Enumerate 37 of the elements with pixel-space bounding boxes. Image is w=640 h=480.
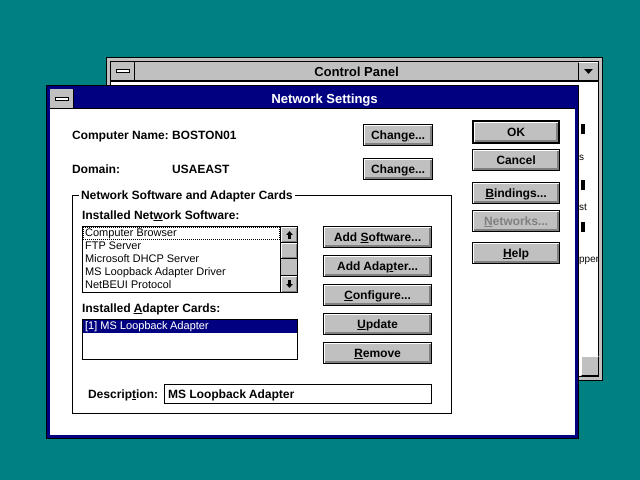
scroll-thumb[interactable] bbox=[281, 243, 297, 259]
caret-icon bbox=[584, 69, 593, 74]
adapter-list[interactable]: [1] MS Loopback Adapter bbox=[82, 319, 298, 360]
description-field[interactable]: MS Loopback Adapter bbox=[164, 384, 432, 404]
change-button[interactable]: Change... bbox=[363, 158, 433, 180]
minimize-button[interactable] bbox=[578, 62, 598, 80]
icon-label: st bbox=[579, 202, 587, 214]
scrollbar-button[interactable] bbox=[581, 356, 599, 376]
dialog-button[interactable]: Bindings... bbox=[472, 182, 560, 204]
field-value: BOSTON01 bbox=[172, 128, 238, 142]
list-item[interactable]: Computer Browser bbox=[83, 227, 280, 240]
action-button[interactable]: Add Software... bbox=[323, 226, 432, 248]
down-arrow-icon[interactable] bbox=[286, 280, 292, 288]
list-label: Installed Adapter Cards: bbox=[82, 301, 222, 315]
action-button[interactable]: Configure... bbox=[323, 284, 432, 306]
field-label: Computer Name: bbox=[72, 128, 170, 142]
window-title: Control Panel bbox=[313, 64, 400, 78]
dialog-button[interactable]: OK bbox=[472, 120, 560, 144]
up-arrow-icon[interactable] bbox=[286, 230, 292, 238]
field-value: USAEAST bbox=[172, 162, 230, 176]
list-item[interactable]: [1] MS Loopback Adapter bbox=[83, 320, 297, 333]
dialog-button[interactable]: Help bbox=[472, 242, 560, 264]
action-button[interactable]: Update bbox=[323, 313, 432, 335]
scrollbar[interactable] bbox=[280, 227, 297, 292]
system-menu-button[interactable] bbox=[50, 89, 74, 108]
change-button[interactable]: Change... bbox=[363, 124, 433, 146]
software-list[interactable]: Computer Browser FTP Server Microsoft DHCP Server MS Loopback Adapter Driver NetBEUI Protocol bbox=[82, 226, 298, 293]
dialog-button[interactable]: Cancel bbox=[472, 149, 560, 171]
action-button[interactable]: Add Adapter... bbox=[323, 255, 432, 277]
icon-label: pper bbox=[579, 254, 600, 266]
group-title: Network Software and Adapter Cards bbox=[79, 188, 295, 202]
field-label: Domain: bbox=[72, 162, 121, 176]
icon-label: s bbox=[579, 152, 584, 164]
dialog-title: Network Settings bbox=[270, 91, 379, 106]
action-button[interactable]: Remove bbox=[323, 342, 432, 364]
list-label: Installed Network Software: bbox=[82, 208, 240, 222]
field-label: Description: bbox=[88, 387, 158, 401]
